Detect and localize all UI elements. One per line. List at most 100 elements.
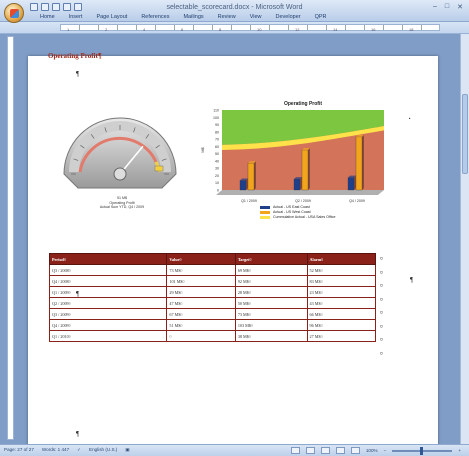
y-tick-label: 90: [215, 123, 219, 127]
chart-bar: [293, 178, 301, 191]
full-screen-view-button[interactable]: [305, 447, 315, 454]
table-cell[interactable]: 27 M$¤: [306, 330, 377, 342]
vertical-ruler[interactable]: [7, 36, 14, 440]
maximize-icon[interactable]: □: [445, 3, 449, 11]
table-cell[interactable]: 29 M$¤: [166, 286, 236, 298]
row-end-mark: ¤: [380, 337, 383, 343]
table-header-cell[interactable]: Target¤: [234, 253, 308, 265]
tab-home[interactable]: Home: [40, 14, 55, 20]
table-cell[interactable]: 69 M$¤: [234, 264, 308, 276]
close-icon[interactable]: ✕: [457, 3, 463, 11]
table-cell[interactable]: Q1 / 2010¤: [48, 330, 168, 342]
operating-profit-chart[interactable]: Operating Profit 0 10 20 30 40 50 60 70 80 90 100 11…: [198, 98, 392, 220]
table-cell[interactable]: 50 M$¤: [234, 297, 308, 309]
y-tick-label: 10: [215, 181, 219, 185]
title-bar: selectable_scorecard.docx - Microsoft Wo…: [0, 0, 469, 23]
table-cell[interactable]: 73 M$¤: [166, 264, 236, 276]
table-cell[interactable]: 23 M$¤: [306, 286, 377, 298]
tab-review[interactable]: Review: [218, 14, 236, 20]
y-tick-label: 0: [217, 189, 219, 193]
y-tick-label: 100: [213, 116, 219, 120]
vertical-scrollbar[interactable]: [460, 34, 469, 444]
ruler-mark: 18: [409, 27, 414, 32]
zoom-level[interactable]: 100%: [366, 448, 378, 453]
outline-view-button[interactable]: [335, 447, 345, 454]
word-count[interactable]: Words: 1 447: [42, 447, 69, 453]
table-cell[interactable]: 43 M$¤: [306, 297, 377, 309]
table-row[interactable]: Q4 / 2008¤ 101 M$¤ 92 M$¤ 83 M$¤: [48, 275, 377, 287]
legend-swatch: [260, 216, 270, 219]
chart-legend: Actual - US East Coast Actual - US West C…: [260, 205, 335, 220]
chart-bar-side: [246, 178, 248, 190]
table-row[interactable]: Q1 / 2009¤ 29 M$¤ 28 M$¤ 23 M$¤: [48, 286, 377, 298]
scrollbar-thumb[interactable]: [462, 94, 468, 174]
page-heading: Operating Profit¶: [48, 52, 102, 60]
tab-qpr[interactable]: QPR: [315, 14, 327, 20]
operating-profit-gauge[interactable]: [58, 116, 182, 191]
tab-references[interactable]: References: [141, 14, 169, 20]
row-end-mark: ¤: [380, 296, 383, 303]
tab-insert[interactable]: Insert: [69, 14, 83, 20]
row-end-mark: ¤: [380, 310, 383, 316]
table-header-cell[interactable]: Value¤: [166, 253, 236, 265]
table-cell[interactable]: Q4 / 2009¤: [48, 319, 168, 331]
legend-label: Cummulative Actual - USA Sales Office: [273, 215, 336, 219]
draft-view-button[interactable]: [350, 447, 360, 454]
table-row[interactable]: Q2 / 2009¤ 47 M$¤ 50 M$¤ 43 M$¤: [48, 297, 377, 309]
office-button[interactable]: [4, 3, 24, 23]
chart-bar: [301, 149, 309, 191]
y-tick-label: 40: [215, 159, 219, 163]
tab-mailings[interactable]: Mailings: [183, 14, 203, 20]
y-tick-label: 60: [215, 145, 219, 149]
table-cell[interactable]: 47 M$¤: [166, 297, 236, 309]
zoom-in-icon[interactable]: +: [458, 448, 461, 453]
table-cell[interactable]: 83 M$¤: [306, 275, 377, 287]
table-cell[interactable]: 38 M$¤: [234, 330, 308, 342]
chart-floor: [216, 190, 384, 195]
tab-page-layout[interactable]: Page Layout: [96, 14, 127, 20]
table-cell[interactable]: Q3 / 2009¤: [48, 308, 168, 320]
table-cell[interactable]: 51 M$¤: [166, 319, 236, 331]
tab-developer[interactable]: Developer: [276, 14, 301, 20]
chart-bar-side: [362, 134, 364, 190]
chart-bar-side: [254, 161, 256, 190]
table-row[interactable]: Q3 / 2008¤ 73 M$¤ 69 M$¤ 52 M$¤: [48, 264, 377, 276]
table-cell[interactable]: 28 M$¤: [234, 286, 308, 298]
table-cell[interactable]: 73 M$¤: [234, 308, 308, 320]
minimize-icon[interactable]: –: [433, 3, 437, 11]
web-layout-view-button[interactable]: [320, 447, 330, 454]
table-cell[interactable]: 67 M$¤: [166, 308, 236, 320]
ruler-mark: 16: [371, 27, 376, 32]
zoom-slider[interactable]: [392, 446, 453, 455]
table-header-cell[interactable]: Period¤: [48, 253, 168, 265]
table-row[interactable]: Q3 / 2009¤ 67 M$¤ 73 M$¤ 66 M$¤: [48, 308, 377, 320]
chart-bar: [239, 180, 247, 191]
language[interactable]: English (U.S.): [89, 447, 117, 453]
macro-record-icon[interactable]: ▣: [125, 447, 129, 453]
table-cell[interactable]: 52 M$¤: [306, 264, 377, 276]
table-cell[interactable]: ¤: [166, 330, 236, 342]
table-cell[interactable]: Q1 / 2009¤: [48, 286, 168, 298]
table-cell[interactable]: 103 M$¤: [234, 319, 308, 331]
table-cell[interactable]: Q2 / 2009¤: [48, 297, 168, 309]
page-count[interactable]: Page: 27 of 27: [4, 447, 34, 453]
table-row[interactable]: Q4 / 2009¤ 51 M$¤ 103 M$¤ 96 M$¤: [48, 319, 377, 331]
table-row[interactable]: Q1 / 2010¤ ¤ 38 M$¤ 27 M$¤: [48, 330, 377, 342]
spellcheck-icon[interactable]: ✓: [77, 447, 81, 453]
ruler-mark: 12: [295, 27, 300, 32]
gauge-hub: [113, 167, 127, 181]
table-header-cell[interactable]: Alarm¤: [306, 253, 377, 265]
zoom-out-icon[interactable]: −: [384, 448, 387, 453]
table-cell[interactable]: Q4 / 2008¤: [48, 275, 168, 287]
print-layout-view-button[interactable]: [290, 447, 300, 454]
table-cell[interactable]: 92 M$¤: [234, 275, 308, 287]
y-tick-label: 110: [213, 109, 219, 113]
scorecard-table[interactable]: Period¤ Value¤ Target¤ Alarm¤ Q3 / 2008¤ 73 …: [48, 253, 377, 342]
table-cell[interactable]: 101 M$¤: [166, 275, 236, 287]
table-cell[interactable]: 66 M$¤: [306, 308, 377, 320]
table-cell[interactable]: Q3 / 2008¤: [48, 264, 168, 276]
table-cell[interactable]: 96 M$¤: [306, 319, 377, 331]
tab-view[interactable]: View: [250, 14, 262, 20]
horizontal-ruler[interactable]: 1 2 4 6 8 10 12 14 16 18: [60, 24, 440, 32]
row-end-mark: ¤: [380, 256, 383, 262]
